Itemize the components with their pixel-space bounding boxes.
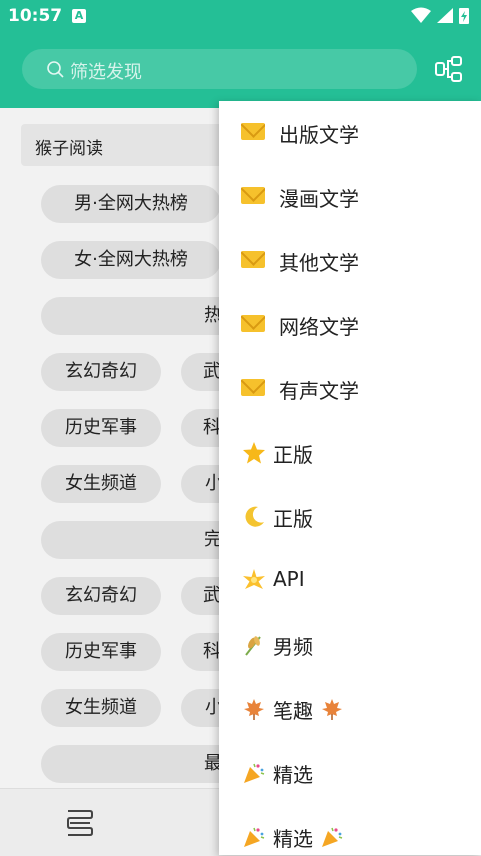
glowing-star-icon: [243, 569, 265, 589]
menu-item[interactable]: 男频: [219, 613, 481, 677]
notification-icon: A: [72, 9, 86, 23]
search-icon: [47, 61, 64, 78]
menu-item-label: 男频: [273, 635, 313, 659]
bookshelf-icon[interactable]: [64, 807, 96, 839]
party-popper-icon: [244, 827, 265, 847]
party-popper-icon: [244, 763, 265, 783]
envelope-icon: [241, 315, 265, 332]
menu-item[interactable]: 精选: [219, 805, 481, 855]
party-popper-icon: [322, 827, 343, 847]
search-input[interactable]: 筛选发现: [22, 49, 417, 89]
search-placeholder: 筛选发现: [70, 62, 142, 83]
menu-item[interactable]: 漫画文学: [219, 165, 481, 229]
signal-icon: [437, 8, 453, 23]
menu-item-label: 出版文学: [279, 123, 359, 147]
group-filter-icon[interactable]: [433, 54, 465, 86]
menu-item-label: API: [273, 567, 305, 591]
maple-leaf-icon: [244, 699, 264, 720]
explore-chip[interactable]: 玄幻奇幻: [41, 353, 161, 391]
menu-item[interactable]: 其他文学: [219, 229, 481, 293]
source-title: 猴子阅读: [35, 139, 103, 159]
menu-item-label: 正版: [273, 507, 313, 531]
explore-chip[interactable]: 男·全网大热榜: [41, 185, 221, 223]
menu-item-label: 漫画文学: [279, 187, 359, 211]
menu-item[interactable]: 精选: [219, 741, 481, 805]
menu-item[interactable]: 有声文学: [219, 357, 481, 421]
envelope-icon: [241, 123, 265, 140]
envelope-icon: [241, 187, 265, 204]
wheat-icon: [245, 636, 261, 656]
maple-leaf-icon: [322, 699, 342, 720]
wifi-icon: [411, 7, 431, 23]
menu-item[interactable]: API: [219, 549, 481, 613]
status-bar: 10:57 A: [0, 0, 481, 32]
menu-item-label: 笔趣: [273, 699, 313, 723]
explore-chip[interactable]: 历史军事: [41, 409, 161, 447]
star-icon: [243, 442, 265, 464]
envelope-icon: [241, 379, 265, 396]
menu-item[interactable]: 正版: [219, 485, 481, 549]
group-dropdown-menu: 出版文学 漫画文学 其他文学 网络文学 有声文学 正版 正版 API 男频 笔趣…: [219, 101, 481, 855]
status-icons: [411, 7, 469, 24]
explore-chip[interactable]: 女·全网大热榜: [41, 241, 221, 279]
menu-item[interactable]: 笔趣: [219, 677, 481, 741]
explore-chip[interactable]: 女生频道: [41, 689, 161, 727]
status-time: 10:57: [8, 6, 63, 26]
menu-item-label: 网络文学: [279, 315, 359, 339]
explore-chip[interactable]: 历史军事: [41, 633, 161, 671]
menu-item-label: 有声文学: [279, 379, 359, 403]
envelope-icon: [241, 251, 265, 268]
app-bar: 筛选发现: [0, 32, 481, 108]
menu-item-label: 精选: [273, 763, 313, 787]
menu-item-label: 其他文学: [279, 251, 359, 275]
menu-item-label: 正版: [273, 443, 313, 467]
explore-chip[interactable]: 女生频道: [41, 465, 161, 503]
menu-item[interactable]: 正版: [219, 421, 481, 485]
menu-item[interactable]: 网络文学: [219, 293, 481, 357]
menu-item[interactable]: 出版文学: [219, 101, 481, 165]
menu-item-label: 精选: [273, 827, 313, 851]
explore-chip[interactable]: 玄幻奇幻: [41, 577, 161, 615]
moon-icon: [245, 506, 264, 527]
